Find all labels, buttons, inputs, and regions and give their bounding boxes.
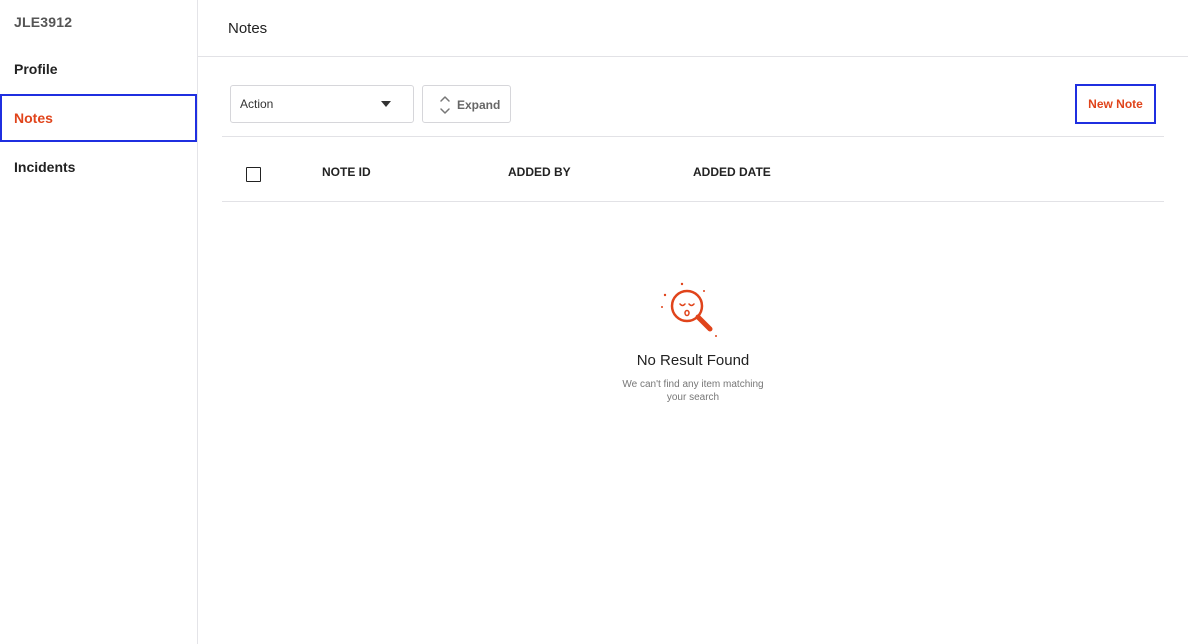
caret-down-icon	[381, 101, 391, 107]
sidebar-item-incidents[interactable]: Incidents	[0, 143, 197, 191]
expand-button[interactable]: Expand	[422, 85, 511, 123]
select-all-checkbox[interactable]	[246, 167, 261, 182]
column-header-added-date[interactable]: ADDED DATE	[693, 165, 771, 179]
page-title: Notes	[228, 20, 268, 37]
expand-button-label: Expand	[457, 98, 501, 112]
new-note-button[interactable]: New Note	[1075, 84, 1156, 124]
sidebar-item-label: Notes	[14, 110, 53, 126]
column-header-added-by[interactable]: ADDED BY	[508, 165, 571, 179]
sidebar-item-label: Incidents	[14, 159, 76, 175]
empty-state-title: No Result Found	[636, 352, 750, 369]
sidebar-item-profile[interactable]: Profile	[0, 45, 197, 93]
page-header: Notes	[198, 0, 1188, 57]
empty-state-line-2: your search	[666, 392, 720, 403]
action-select[interactable]: Action	[230, 85, 414, 123]
expand-chevrons-icon	[440, 96, 450, 114]
sidebar-item-notes[interactable]: Notes	[0, 94, 197, 142]
action-select-value: Action	[240, 97, 274, 111]
table-header-divider	[222, 201, 1164, 202]
empty-state-line-1: We can't find any item matching	[622, 379, 764, 390]
sidebar-item-label: Profile	[14, 61, 58, 77]
sidebar: JLE3912 Profile Notes Incidents	[0, 0, 198, 644]
record-identifier: JLE3912	[14, 14, 73, 30]
column-header-note-id[interactable]: NOTE ID	[322, 165, 371, 179]
empty-state-message: We can't find any item matching your sea…	[598, 378, 788, 404]
toolbar-divider	[222, 136, 1164, 137]
main-panel: Notes Action Expand New Note NOTE ID ADD…	[198, 0, 1188, 644]
magnifier-sad-face-icon	[661, 282, 717, 337]
